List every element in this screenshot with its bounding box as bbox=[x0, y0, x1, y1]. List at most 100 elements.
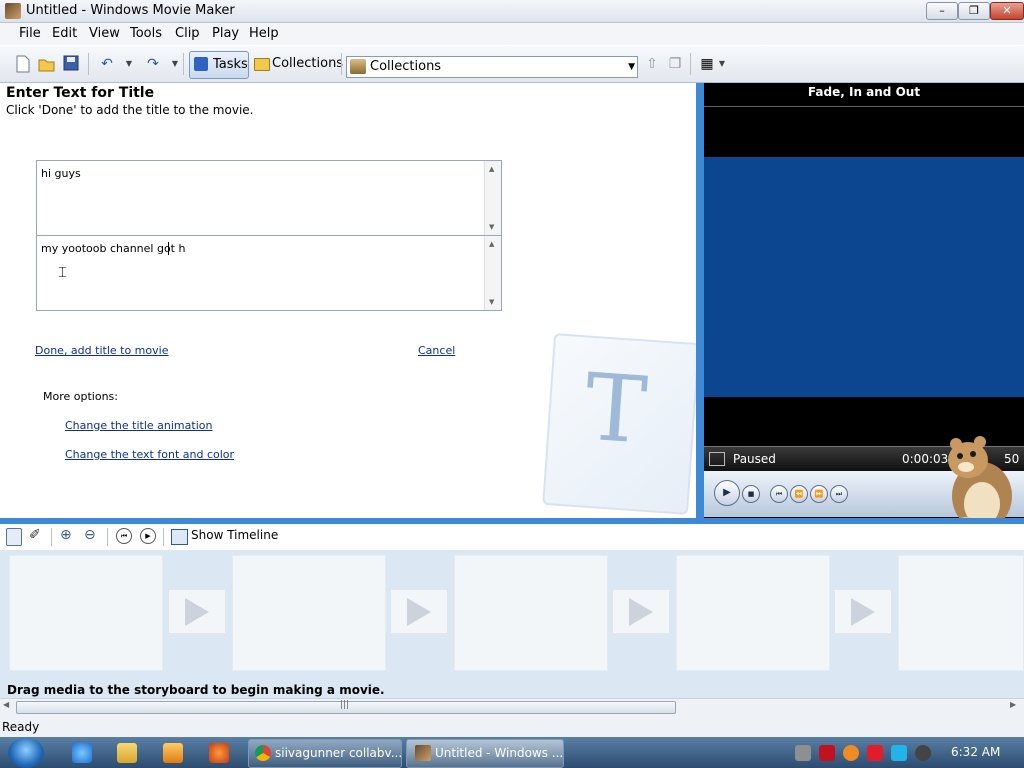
change-text-font-color-link[interactable]: Change the text font and color bbox=[65, 448, 234, 461]
storyboard-transition-slot[interactable] bbox=[834, 589, 892, 634]
storyboard-toolbar: ✐ ⊕ ⊖ ⏮ ▶ Show Timeline bbox=[0, 524, 1024, 551]
internet-explorer-icon[interactable] bbox=[72, 743, 92, 763]
menu-help[interactable]: Help bbox=[249, 26, 279, 41]
taskbar-app-label: siivagunner collabv... bbox=[275, 746, 403, 760]
menu-play[interactable]: Play bbox=[212, 26, 239, 41]
title-text-input-line2[interactable]: my yootoob channel got h ⌶ ▲ ▼ bbox=[36, 235, 502, 311]
scrollbar[interactable]: ▲ ▼ bbox=[484, 236, 501, 310]
scroll-right-icon[interactable]: ▶ bbox=[1010, 700, 1016, 709]
save-icon[interactable] bbox=[62, 55, 80, 73]
zoom-out-icon[interactable]: ⊖ bbox=[84, 527, 96, 543]
toolbar-separator bbox=[183, 53, 184, 75]
storyboard-transition-slot[interactable] bbox=[168, 589, 226, 634]
redo-dropdown-icon[interactable]: ▼ bbox=[166, 55, 184, 73]
i-beam-cursor-icon: ⌶ bbox=[58, 263, 68, 281]
menu-file[interactable]: File bbox=[19, 26, 41, 41]
next-frame-button[interactable]: ⏭ bbox=[830, 485, 848, 503]
scrollbar[interactable]: ▲ ▼ bbox=[484, 161, 501, 235]
movie-maker-icon bbox=[415, 745, 431, 761]
tray-app-icon[interactable] bbox=[795, 745, 811, 761]
new-collection-folder-icon[interactable]: ❐ bbox=[666, 55, 684, 73]
collections-dropdown[interactable]: Collections ▼ bbox=[346, 56, 638, 78]
title-text-input-line1[interactable]: hi guys ▲ ▼ bbox=[36, 160, 502, 236]
menu-tools[interactable]: Tools bbox=[130, 26, 162, 41]
storyboard[interactable]: Drag media to the storyboard to begin ma… bbox=[0, 550, 1024, 698]
rewind-storyboard-icon[interactable]: ⏮ bbox=[116, 528, 132, 544]
storyboard-clip-slot[interactable] bbox=[454, 555, 608, 671]
forward-button[interactable]: ⏩ bbox=[810, 485, 828, 503]
taskbar-app-movie-maker[interactable]: Untitled - Windows ... bbox=[406, 739, 564, 768]
storyboard-transition-slot[interactable] bbox=[390, 589, 448, 634]
set-audio-levels-icon[interactable] bbox=[6, 528, 22, 546]
narrate-timeline-icon[interactable]: ✐ bbox=[29, 527, 41, 543]
tray-volume-icon[interactable] bbox=[915, 745, 931, 761]
previous-frame-button[interactable]: ⏮ bbox=[770, 485, 788, 503]
collections-combo-icon bbox=[350, 59, 366, 74]
tasks-button[interactable]: Tasks bbox=[189, 51, 249, 79]
timeline-icon bbox=[171, 529, 188, 545]
storyboard-transition-slot[interactable] bbox=[612, 589, 670, 634]
chevron-down-icon[interactable]: ▼ bbox=[628, 57, 635, 77]
title-text-line1: hi guys bbox=[41, 167, 81, 180]
toolbar-separator bbox=[690, 53, 691, 75]
storyboard-clip-slot[interactable] bbox=[676, 555, 830, 671]
scroll-down-icon[interactable]: ▼ bbox=[489, 223, 494, 231]
scroll-up-icon[interactable]: ▲ bbox=[489, 240, 494, 248]
open-project-icon[interactable] bbox=[38, 55, 56, 73]
pane-divider[interactable] bbox=[696, 83, 704, 518]
tray-flag-icon[interactable] bbox=[867, 745, 883, 761]
storyboard-clip-slot[interactable] bbox=[898, 555, 1024, 671]
zoom-in-icon[interactable]: ⊕ bbox=[60, 527, 72, 543]
undo-icon[interactable]: ↶ bbox=[98, 55, 116, 73]
monitor-title: Fade, In and Out bbox=[807, 85, 921, 99]
play-button[interactable]: ▶ bbox=[714, 480, 740, 506]
undo-dropdown-icon[interactable]: ▼ bbox=[120, 55, 138, 73]
text-caret bbox=[168, 242, 169, 255]
storyboard-clip-slot[interactable] bbox=[232, 555, 386, 671]
close-button[interactable]: ✕ bbox=[990, 2, 1024, 20]
scroll-grip: ||| bbox=[340, 700, 350, 710]
up-one-level-icon[interactable]: ⇧ bbox=[643, 55, 661, 73]
scroll-left-icon[interactable]: ◀ bbox=[3, 700, 9, 709]
storyboard-scrollbar[interactable]: ◀ ||| ▶ bbox=[0, 698, 1024, 715]
cancel-link[interactable]: Cancel bbox=[418, 344, 455, 357]
media-player-icon[interactable] bbox=[163, 743, 183, 763]
redo-icon[interactable]: ↷ bbox=[144, 55, 162, 73]
tasks-icon bbox=[194, 57, 208, 71]
views-dropdown-icon[interactable]: ▼ bbox=[713, 55, 731, 73]
storyboard-clip-slot[interactable] bbox=[9, 555, 163, 671]
tray-display-icon[interactable] bbox=[891, 745, 907, 761]
menu-edit[interactable]: Edit bbox=[52, 26, 77, 41]
done-add-title-link[interactable]: Done, add title to movie bbox=[35, 344, 168, 357]
scroll-thumb[interactable]: ||| bbox=[16, 700, 676, 714]
taskbar-app-chrome[interactable]: siivagunner collabv... bbox=[248, 739, 402, 768]
file-explorer-icon[interactable] bbox=[117, 743, 137, 763]
menu-view[interactable]: View bbox=[89, 26, 120, 41]
stop-button[interactable]: ■ bbox=[742, 485, 760, 503]
monitor-fullscreen-icon[interactable] bbox=[709, 452, 725, 466]
start-button[interactable] bbox=[8, 738, 44, 768]
status-text: Ready bbox=[2, 720, 40, 734]
watermark-letter: T bbox=[581, 353, 651, 465]
tray-antivirus-icon[interactable] bbox=[819, 745, 835, 761]
tray-search-icon[interactable] bbox=[843, 745, 859, 761]
new-project-icon[interactable] bbox=[14, 55, 32, 73]
scroll-down-icon[interactable]: ▼ bbox=[489, 298, 494, 306]
minimize-button[interactable]: – bbox=[926, 2, 958, 20]
taskbar-clock[interactable]: 6:32 AM bbox=[951, 745, 1000, 759]
play-storyboard-icon[interactable]: ▶ bbox=[140, 528, 156, 544]
show-timeline-label: Show Timeline bbox=[191, 528, 279, 542]
scroll-up-icon[interactable]: ▲ bbox=[489, 165, 494, 173]
menu-clip[interactable]: Clip bbox=[175, 26, 200, 41]
change-title-animation-link[interactable]: Change the title animation bbox=[65, 419, 212, 432]
paint-app-icon[interactable] bbox=[209, 743, 229, 763]
chrome-icon bbox=[255, 745, 271, 761]
toolbar-separator bbox=[88, 53, 89, 75]
collections-button[interactable]: Collections bbox=[252, 51, 343, 77]
app-icon[interactable] bbox=[5, 3, 21, 19]
maximize-button[interactable]: ❐ bbox=[958, 2, 990, 20]
transition-icon bbox=[629, 598, 653, 626]
title-watermark-icon: T bbox=[542, 333, 700, 515]
rewind-button[interactable]: ⏪ bbox=[790, 485, 808, 503]
title-text-line2: my yootoob channel got h bbox=[41, 242, 186, 255]
